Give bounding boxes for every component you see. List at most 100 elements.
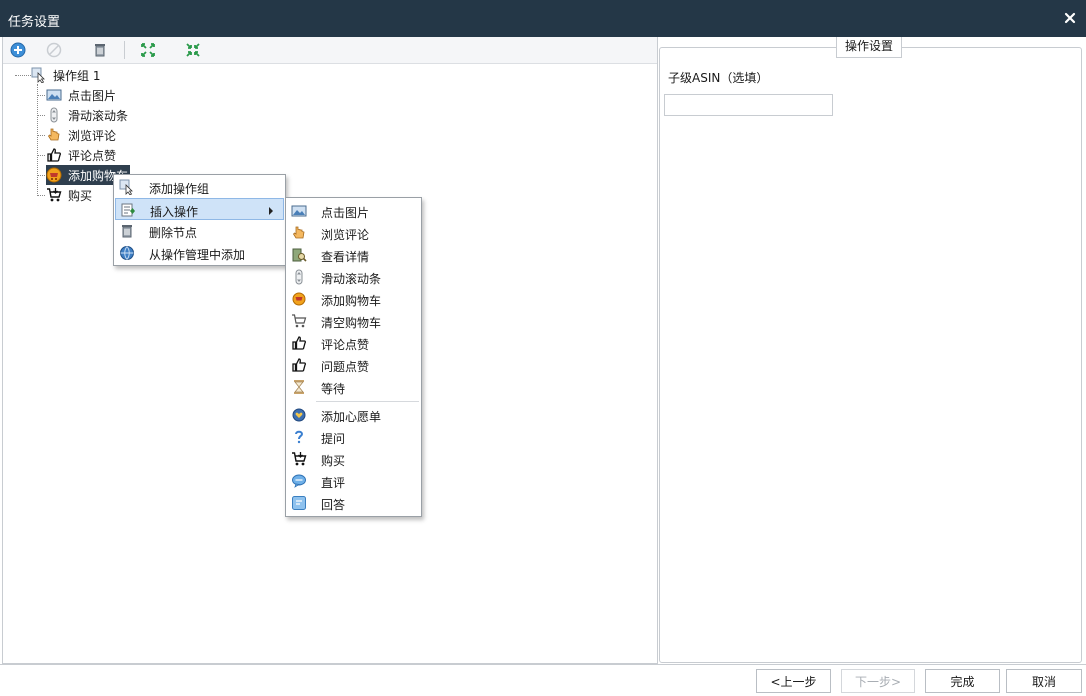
insert-submenu: 点击图片 浏览评论 查看详情 滑动滚动条 添加购物车 清空购物车 评论点赞 问题… (285, 197, 422, 517)
cancel-button[interactable]: 取消 (1006, 669, 1082, 693)
menu-item-label: 回答 (321, 498, 346, 512)
title-bar: 任务设置 (0, 0, 1086, 37)
submenu-item-view-details[interactable]: 查看详情 (287, 244, 420, 266)
close-icon[interactable] (1064, 12, 1076, 24)
menu-item-label: 等待 (321, 382, 346, 396)
menu-separator (316, 401, 419, 402)
insert-icon (120, 202, 136, 218)
settings-panel: 操作设置 子级ASIN（选填） (658, 37, 1085, 664)
answer-icon (291, 495, 307, 511)
child-asin-input[interactable] (664, 94, 833, 116)
menu-item-label: 清空购物车 (321, 316, 382, 330)
tree-connector (37, 175, 45, 176)
menu-item-label: 插入操作 (150, 205, 199, 219)
tree-connector (37, 135, 45, 136)
menu-item-add-group[interactable]: 添加操作组 (115, 176, 284, 198)
tree-node-label: 滑动滚动条 (68, 108, 129, 123)
chat-icon (291, 473, 307, 489)
window-title: 任务设置 (8, 15, 61, 30)
menu-item-label: 提问 (321, 432, 346, 446)
submenu-item-direct-review[interactable]: 直评 (287, 470, 420, 492)
expand-all-button[interactable] (137, 40, 159, 60)
menu-item-label: 评论点赞 (321, 338, 370, 352)
menu-item-label: 从操作管理中添加 (149, 248, 246, 262)
menu-item-add-from-manager[interactable]: 从操作管理中添加 (115, 242, 284, 264)
thumbs-up-icon (291, 335, 307, 351)
submenu-item-like-review[interactable]: 评论点赞 (287, 332, 420, 354)
tree-toolbar (3, 37, 657, 64)
tree-connector (15, 75, 31, 76)
submenu-item-click-image[interactable]: 点击图片 (287, 200, 420, 222)
submenu-item-answer[interactable]: 回答 (287, 492, 420, 514)
menu-item-label: 直评 (321, 476, 346, 490)
submenu-item-browse-reviews[interactable]: 浏览评论 (287, 222, 420, 244)
settings-group-title: 操作设置 (836, 37, 903, 58)
trash-icon (119, 223, 135, 239)
tree-node-label: 浏览评论 (68, 128, 117, 143)
tree-connector (37, 195, 45, 196)
tree-node-label: 点击图片 (68, 88, 117, 103)
image-icon (46, 87, 62, 103)
submenu-item-wait[interactable]: 等待 (287, 376, 420, 398)
expand-icon (141, 43, 155, 57)
next-step-button[interactable]: 下一步> (841, 669, 915, 693)
cart-empty-icon (291, 313, 307, 329)
hand-icon (291, 225, 307, 241)
cursor-group-icon (31, 67, 47, 83)
disable-button[interactable] (43, 40, 65, 60)
menu-item-label: 滑动滚动条 (321, 272, 382, 286)
tree-node-scroll[interactable]: 滑动滚动条 (46, 105, 128, 125)
menu-item-insert-operation[interactable]: 插入操作 (115, 198, 284, 220)
footer-bar: <上一步 下一步> 完成 取消 (0, 664, 1086, 696)
trash-icon (95, 44, 105, 57)
scroll-icon (46, 107, 62, 123)
cursor-group-icon (119, 179, 135, 195)
globe-icon (119, 245, 135, 261)
tree-node-like-review[interactable]: 评论点赞 (46, 145, 116, 165)
settings-group (659, 47, 1082, 663)
details-icon (291, 247, 307, 263)
menu-item-label: 查看详情 (321, 250, 370, 264)
menu-item-label: 购买 (321, 454, 346, 468)
submenu-item-buy[interactable]: 购买 (287, 448, 420, 470)
add-button[interactable] (7, 40, 29, 60)
menu-item-delete-node[interactable]: 删除节点 (115, 220, 284, 242)
hand-icon (46, 127, 62, 143)
tree-node-root[interactable]: 操作组 1 (31, 65, 100, 85)
delete-button[interactable] (89, 40, 111, 60)
prev-step-button[interactable]: <上一步 (756, 669, 831, 693)
scroll-icon (291, 269, 307, 285)
finish-button[interactable]: 完成 (925, 669, 1000, 693)
tree-node-label: 操作组 1 (53, 68, 101, 83)
submenu-item-scroll[interactable]: 滑动滚动条 (287, 266, 420, 288)
thumbs-up-icon (46, 147, 62, 163)
menu-item-label: 浏览评论 (321, 228, 370, 242)
collapse-all-button[interactable] (182, 40, 204, 60)
menu-item-label: 添加购物车 (321, 294, 382, 308)
context-menu: 添加操作组 插入操作 删除节点 从操作管理中添加 (113, 174, 286, 266)
collapse-icon (186, 43, 200, 57)
ban-icon (46, 42, 62, 58)
tree-node-buy[interactable]: 购买 (46, 185, 92, 205)
tree-node-label: 评论点赞 (68, 148, 117, 163)
image-icon (291, 203, 307, 219)
menu-item-label: 添加操作组 (149, 182, 210, 196)
tree-connector (37, 115, 45, 116)
submenu-item-empty-cart[interactable]: 清空购物车 (287, 310, 420, 332)
question-icon (291, 429, 307, 445)
wishlist-icon (291, 407, 307, 423)
submenu-item-add-wishlist[interactable]: 添加心愿单 (287, 404, 420, 426)
tree-node-browse-reviews[interactable]: 浏览评论 (46, 125, 116, 145)
tree-connector (37, 95, 45, 96)
cart-add-icon (291, 291, 307, 307)
hourglass-icon (291, 379, 307, 395)
menu-item-label: 点击图片 (321, 206, 370, 220)
child-asin-label: 子级ASIN（选填） (668, 71, 769, 85)
submenu-item-ask-question[interactable]: 提问 (287, 426, 420, 448)
submenu-arrow-icon (269, 207, 273, 215)
submenu-item-add-to-cart[interactable]: 添加购物车 (287, 288, 420, 310)
tree-node-label: 购买 (68, 188, 93, 203)
submenu-item-like-question[interactable]: 问题点赞 (287, 354, 420, 376)
tree-node-click-image[interactable]: 点击图片 (46, 85, 116, 105)
menu-item-label: 问题点赞 (321, 360, 370, 374)
